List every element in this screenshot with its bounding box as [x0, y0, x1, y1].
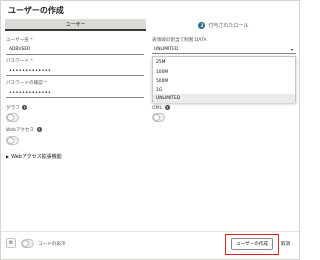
- required-mark: *: [44, 81, 47, 86]
- quota-select[interactable]: UNLIMITED ▾: [152, 45, 296, 54]
- show-code-label: コードの表示: [38, 242, 66, 247]
- password-input[interactable]: •••••••••••••: [6, 66, 144, 76]
- password-confirm-input[interactable]: •••••••••••••: [6, 88, 144, 98]
- create-user-button[interactable]: ユーザーの作成: [231, 238, 273, 250]
- password-confirm-label: パスワードの確認 *: [6, 80, 47, 86]
- quota-option-500m[interactable]: 500M: [153, 77, 295, 86]
- web-access-label: Webアクセス ?: [6, 127, 42, 133]
- password-confirm-value: •••••••••••••: [9, 89, 52, 96]
- web-access-advanced-expander[interactable]: ▶ Webアクセス拡張機能: [6, 153, 62, 160]
- settings-button[interactable]: ⚙: [6, 238, 16, 248]
- help-icon[interactable]: ?: [22, 105, 28, 110]
- expand-icon: ▶: [6, 154, 10, 159]
- footer-divider: [1, 231, 301, 232]
- required-mark: *: [30, 38, 33, 43]
- required-mark: *: [30, 59, 33, 64]
- quota-option-unlimited[interactable]: UNLIMITED: [153, 94, 295, 104]
- chevron-down-icon: ▾: [290, 47, 293, 52]
- graph-label: グラフ ?: [6, 105, 28, 111]
- graph-toggle[interactable]: [6, 113, 19, 122]
- web-access-toggle[interactable]: [6, 136, 19, 145]
- toggle-knob: [153, 114, 160, 121]
- dialog-title: ユーザーの作成: [8, 6, 64, 15]
- password-value: •••••••••••••: [9, 67, 52, 74]
- help-icon[interactable]: ?: [164, 105, 170, 110]
- oml-label-text: OML: [152, 106, 163, 111]
- quota-selected-value: UNLIMITED: [154, 46, 179, 52]
- create-user-highlight: ユーザーの作成: [225, 234, 279, 255]
- username-value: ADBUSER: [9, 47, 31, 52]
- quota-label: 表領域の割当て制限 DATA: [152, 38, 207, 43]
- password-label: パスワード *: [6, 58, 33, 64]
- cancel-button[interactable]: 取消: [281, 241, 290, 247]
- oml-toggle[interactable]: [152, 113, 165, 122]
- help-icon[interactable]: ?: [36, 127, 42, 132]
- quota-dropdown-list: 25M 100M 500M 1G UNLIMITED: [152, 56, 296, 104]
- create-user-dialog: ユーザーの作成 ユーザー 2 付与されたロール ユーザー名 * ADBUSER …: [0, 0, 301, 260]
- web-access-advanced-label: Webアクセス拡張機能: [11, 154, 62, 160]
- roles-count-badge: 2: [198, 21, 206, 29]
- tab-granted-roles-label: 付与されたロール: [208, 22, 249, 29]
- quota-option-100m[interactable]: 100M: [153, 67, 295, 76]
- graph-label-text: グラフ: [6, 106, 20, 111]
- tab-user-label: ユーザー: [65, 21, 86, 28]
- tab-user[interactable]: ユーザー: [5, 19, 146, 31]
- web-access-label-text: Webアクセス: [6, 128, 35, 133]
- username-label: ユーザー名 *: [6, 37, 33, 43]
- username-label-text: ユーザー名: [6, 38, 29, 43]
- oml-label: OML ?: [152, 105, 170, 111]
- tab-granted-roles[interactable]: 2 付与されたロール: [151, 19, 296, 31]
- toggle-knob: [7, 114, 14, 121]
- password-confirm-label-text: パスワードの確認: [6, 81, 43, 86]
- show-code-toggle[interactable]: [21, 239, 34, 248]
- username-input[interactable]: ADBUSER: [6, 45, 144, 55]
- password-label-text: パスワード: [6, 59, 29, 64]
- quota-option-25m[interactable]: 25M: [153, 58, 295, 67]
- gear-icon: ⚙: [8, 240, 14, 246]
- create-user-button-label: ユーザーの作成: [235, 242, 269, 247]
- toggle-knob: [22, 240, 29, 247]
- toggle-knob: [7, 137, 14, 144]
